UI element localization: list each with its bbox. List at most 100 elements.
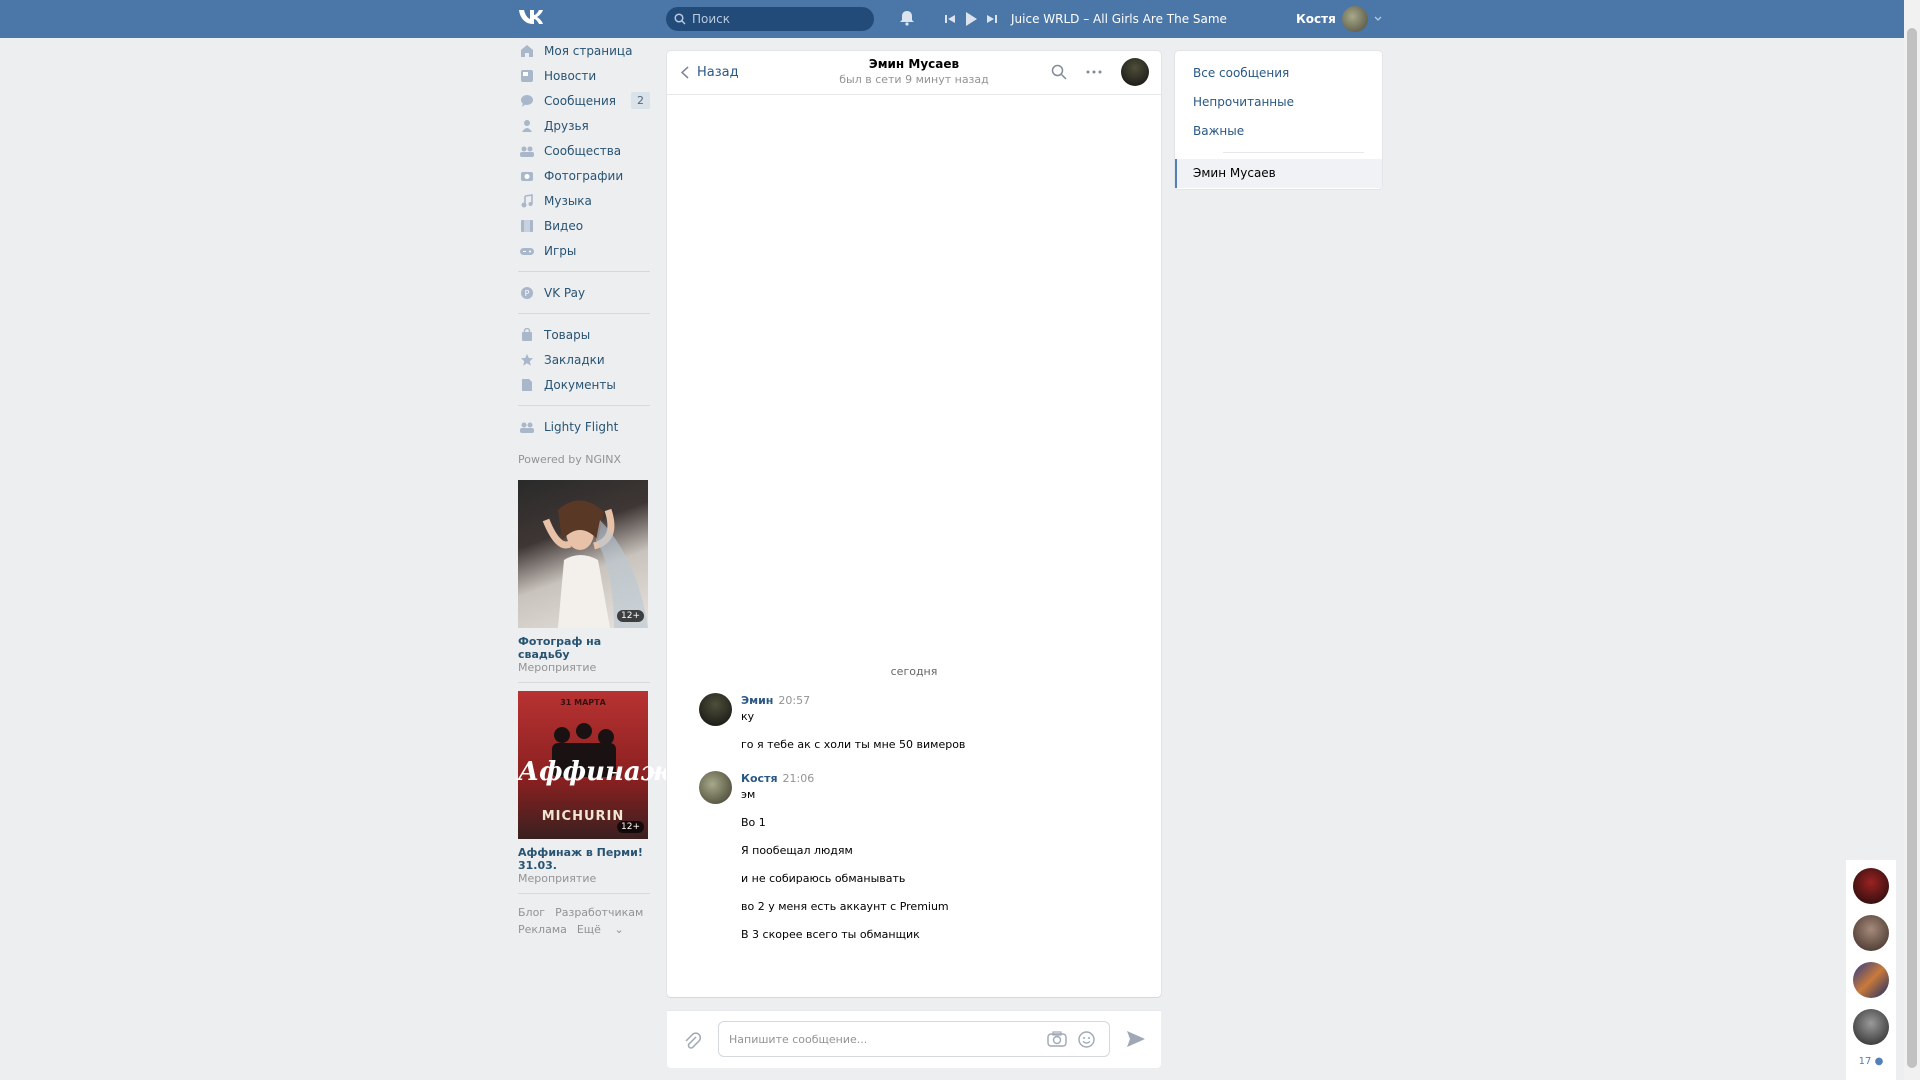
divider: [518, 893, 650, 894]
age-badge: 12+: [617, 821, 644, 833]
star-icon: [520, 353, 534, 367]
camera-icon: [520, 169, 534, 183]
sidebar-item-camera[interactable]: Фотографии: [518, 163, 650, 188]
ad-image[interactable]: 31 МАРТА Аффинаж MICHURIN 12+: [518, 691, 675, 839]
sidebar-item-label: Друзья: [544, 118, 589, 133]
send-icon[interactable]: [1126, 1030, 1146, 1052]
ad-image[interactable]: 12+: [518, 480, 648, 628]
sidebar-item-star[interactable]: Закладки: [518, 347, 650, 372]
sidebar-item-messages[interactable]: Сообщения 2: [518, 88, 650, 113]
divider: [518, 271, 650, 272]
message-text: ку: [741, 710, 755, 723]
search-input[interactable]: [692, 12, 862, 26]
filter-all[interactable]: Все сообщения: [1175, 59, 1382, 88]
footer-link-devs[interactable]: Разработчикам: [555, 906, 643, 919]
sidebar-item-home[interactable]: Моя страница: [518, 38, 650, 63]
message-text: Я пообещал людям: [741, 844, 853, 857]
divider: [1223, 152, 1364, 153]
divider: [518, 682, 650, 683]
sidebar-item-label: Видео: [544, 218, 584, 233]
search-icon[interactable]: [1051, 64, 1067, 84]
sidebar-item-label: Игры: [544, 243, 577, 258]
sidebar-item-label: Фотографии: [544, 168, 624, 183]
paperclip-icon[interactable]: [683, 1031, 702, 1055]
messages-icon: [520, 94, 534, 108]
footer-link-more[interactable]: Ещё ⌄: [577, 923, 624, 936]
sidebar-item-document[interactable]: Документы: [518, 372, 650, 397]
filter-active-chat[interactable]: Эмин Мусаев: [1175, 159, 1382, 188]
next-track-icon[interactable]: [986, 13, 998, 25]
divider: [518, 405, 650, 406]
sidebar-item-games[interactable]: Игры: [518, 238, 650, 263]
sidebar-item-label: Lighty Flight: [544, 419, 619, 434]
sidebar-item-app[interactable]: Lighty Flight: [518, 414, 650, 439]
more-icon[interactable]: [1085, 65, 1103, 83]
message-time: 21:06: [782, 772, 815, 785]
ad-title[interactable]: Аффинаж в Перми! 31.03.: [518, 846, 650, 872]
vk-logo[interactable]: [518, 8, 550, 28]
footer-link-ads[interactable]: Реклама: [518, 923, 567, 936]
message-text: во 2 у меня есть аккаунт с Premium: [741, 900, 949, 913]
bell-icon[interactable]: [899, 10, 915, 30]
sidebar-item-bag[interactable]: Товары: [518, 322, 650, 347]
ad-subtitle: Мероприятие: [518, 661, 597, 674]
document-icon: [520, 378, 534, 392]
user-menu[interactable]: Костя: [1296, 6, 1382, 32]
avatar[interactable]: [699, 693, 732, 726]
sidebar-item-label: Товары: [544, 327, 591, 342]
search-box[interactable]: [666, 7, 874, 31]
sidebar-item-groups[interactable]: Сообщества: [518, 138, 650, 163]
age-badge: 12+: [617, 610, 644, 622]
message-input-box[interactable]: [718, 1021, 1110, 1057]
avatar[interactable]: [1121, 58, 1149, 86]
chevron-down-icon: [1374, 16, 1382, 21]
current-track[interactable]: Juice WRLD – All Girls Are The Same: [1011, 12, 1227, 26]
filter-important[interactable]: Важные: [1175, 117, 1382, 146]
page-scrollbar[interactable]: [1904, 0, 1920, 1080]
avatar[interactable]: [1853, 962, 1889, 998]
author-name[interactable]: Костя: [741, 772, 778, 785]
music-icon: [520, 193, 534, 208]
groups-icon: [520, 144, 534, 158]
author-name[interactable]: Эмин: [741, 694, 773, 707]
scrollbar-thumb[interactable]: [1907, 28, 1917, 1068]
filter-unread[interactable]: Непрочитанные: [1175, 88, 1382, 117]
message-input[interactable]: [729, 1032, 1029, 1046]
footer-link-blog[interactable]: Блог: [518, 906, 545, 919]
home-icon: [520, 44, 534, 58]
sidebar-item-news[interactable]: Новости: [518, 63, 650, 88]
message-composer: [667, 1010, 1161, 1068]
camera-icon[interactable]: [1047, 1031, 1067, 1051]
count-value: 17: [1858, 1056, 1872, 1067]
poster-title: Аффинаж: [518, 757, 675, 787]
sidebar-item-friends[interactable]: Друзья: [518, 113, 650, 138]
online-count[interactable]: 17 ●: [1846, 1056, 1896, 1067]
avatar[interactable]: [699, 771, 732, 804]
sidebar-item-label: VK Pay: [544, 285, 586, 300]
message-text: го я тебе ак с холи ты мне 50 вимеров: [741, 738, 966, 751]
powered-by: Powered by NGINX: [518, 453, 622, 466]
emoji-icon[interactable]: [1078, 1031, 1095, 1052]
date-separator: сегодня: [890, 665, 938, 678]
sidebar-item-vkpay[interactable]: P VK Pay: [518, 280, 650, 305]
play-icon[interactable]: [964, 11, 978, 27]
prev-track-icon[interactable]: [944, 13, 956, 25]
ad-photo: [542, 500, 648, 628]
friends-rail: 17 ●: [1846, 860, 1896, 1080]
user-name: Костя: [1296, 12, 1336, 26]
sidebar-item-label: Сообщества: [544, 143, 622, 158]
more-label: Ещё: [576, 923, 601, 936]
avatar[interactable]: [1853, 868, 1889, 904]
ad-title[interactable]: Фотограф на свадьбу: [518, 635, 650, 661]
games-icon: [520, 244, 534, 258]
sidebar-item-label: Моя страница: [544, 43, 633, 58]
message-text: В 3 скорее всего ты обманщик: [741, 928, 920, 941]
video-icon: [520, 219, 534, 233]
sidebar-item-music[interactable]: Музыка: [518, 188, 650, 213]
avatar[interactable]: [1853, 1009, 1889, 1045]
sidebar-item-video[interactable]: Видео: [518, 213, 650, 238]
avatar: [1341, 6, 1368, 32]
audio-player: [944, 11, 998, 27]
person-icon: ●: [1874, 1056, 1884, 1067]
avatar[interactable]: [1853, 915, 1889, 951]
